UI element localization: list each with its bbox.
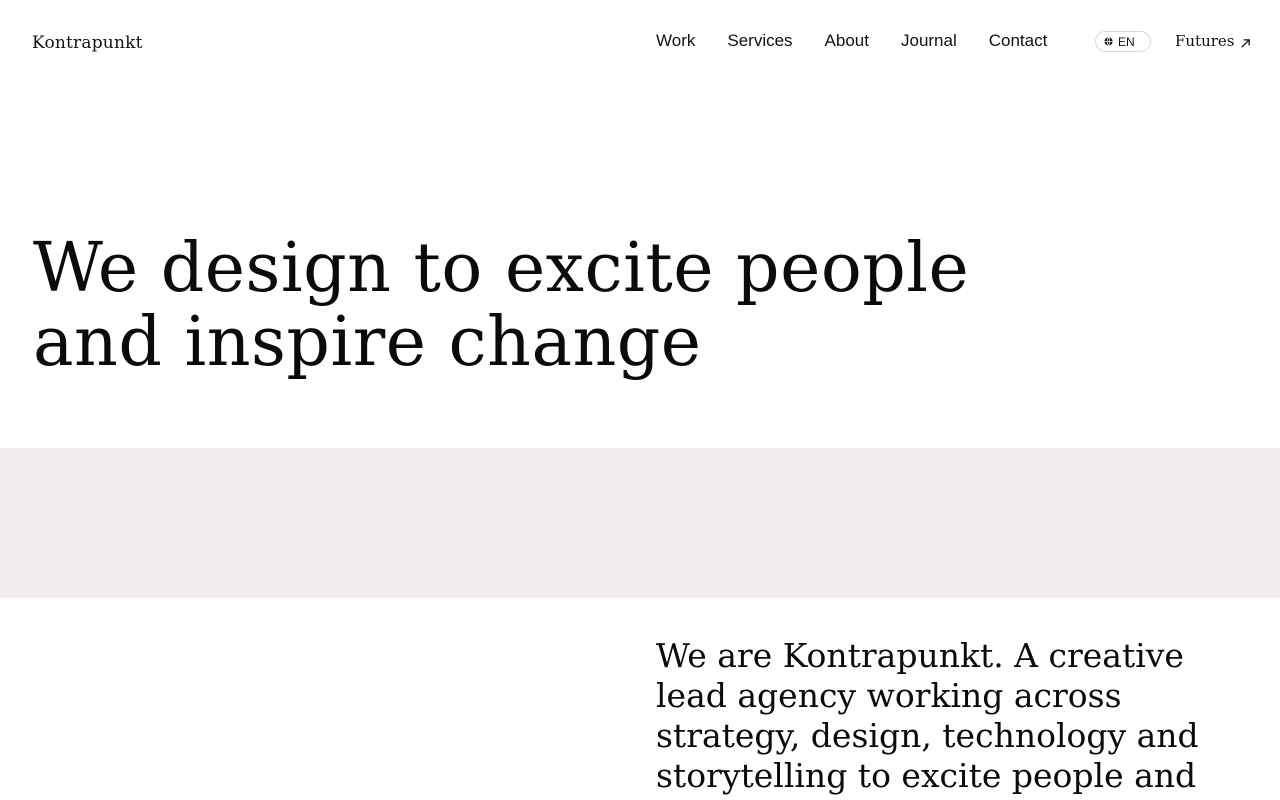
nav-item-journal[interactable]: Journal bbox=[901, 31, 957, 51]
site-header: Kontrapunkt Work Services About Journal … bbox=[0, 0, 1280, 86]
hero-headline-line-2: and inspire change bbox=[33, 303, 702, 382]
arrow-up-right-icon bbox=[1240, 38, 1250, 48]
main-nav: Work Services About Journal Contact bbox=[656, 31, 1047, 51]
nav-item-about[interactable]: About bbox=[825, 31, 869, 51]
logo-link[interactable]: Kontrapunkt bbox=[32, 33, 143, 53]
intro-paragraph: We are Kontrapunkt. A creative lead agen… bbox=[656, 636, 1199, 795]
hero-headline-line-1: We design to excite people bbox=[33, 229, 970, 308]
hero-headline: We design to excite people and inspire c… bbox=[33, 232, 1033, 380]
globe-icon bbox=[1104, 37, 1113, 46]
nav-item-services[interactable]: Services bbox=[727, 31, 792, 51]
language-label: EN bbox=[1118, 34, 1135, 49]
nav-item-contact[interactable]: Contact bbox=[989, 31, 1048, 51]
hero-media-band bbox=[0, 448, 1280, 598]
nav-item-work[interactable]: Work bbox=[656, 31, 695, 51]
page: Kontrapunkt Work Services About Journal … bbox=[0, 0, 1280, 800]
futures-label: Futures bbox=[1175, 32, 1235, 50]
language-selector-button[interactable]: EN bbox=[1095, 31, 1151, 52]
futures-link[interactable]: Futures bbox=[1175, 32, 1251, 50]
